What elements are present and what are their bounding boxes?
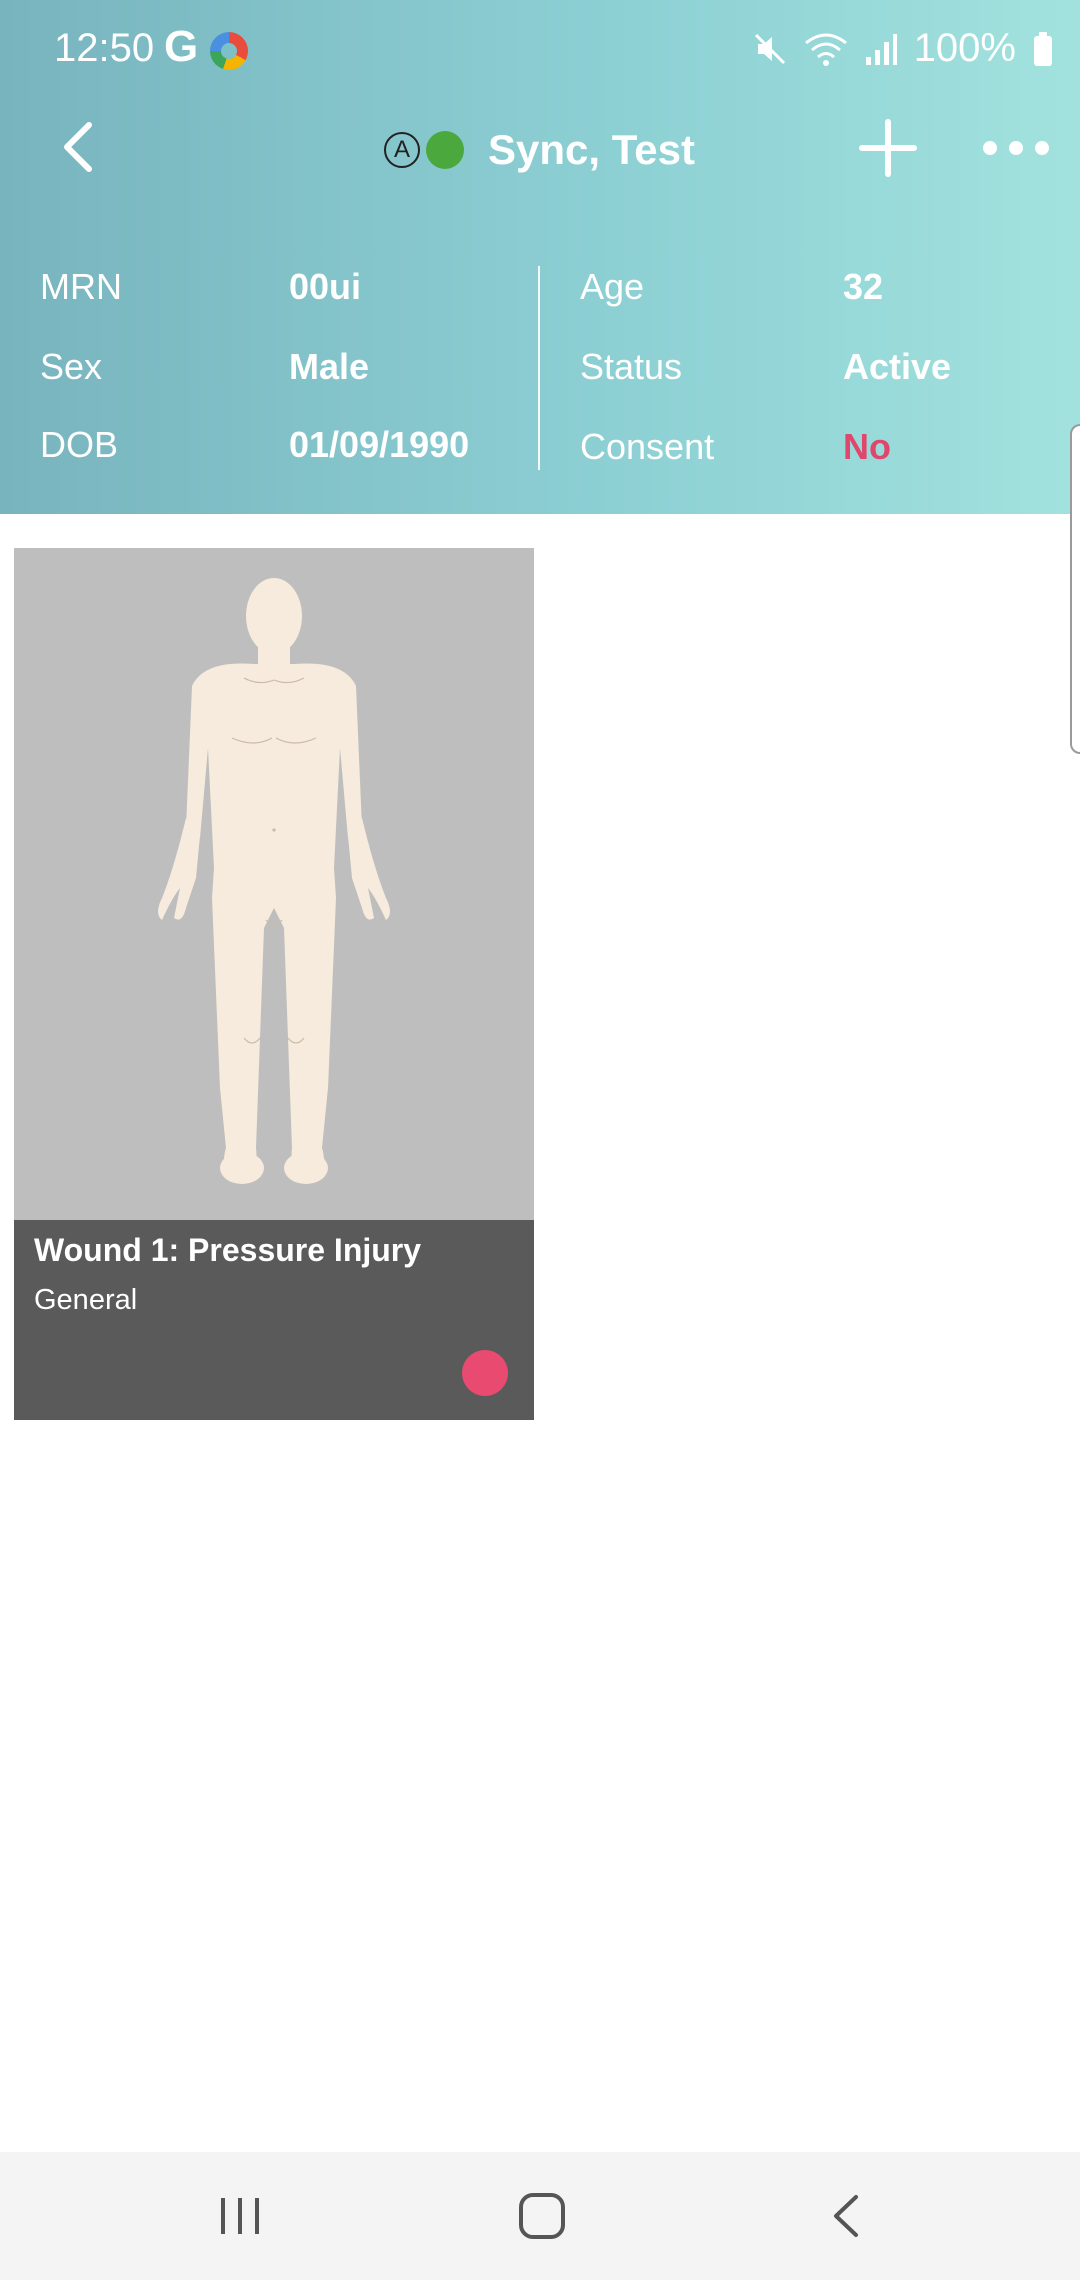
page-title: Sync, Test (488, 126, 695, 173)
consent-value: No (843, 426, 891, 467)
patient-title-group: A Sync, Test (384, 118, 695, 182)
sex-label: Sex (40, 346, 103, 387)
mrn-label: MRN (40, 266, 122, 307)
back-nav-icon (834, 2195, 858, 2237)
status-time: 12:50 (54, 26, 155, 70)
info-divider (538, 266, 540, 470)
add-button[interactable] (852, 112, 924, 184)
add-icon (859, 119, 917, 177)
body-diagram-image (158, 578, 390, 1184)
patient-header: 12:50 G 100% A Sync, Test MRN 00ui Sex M… (0, 0, 1080, 514)
status-icons: 100% (752, 26, 1054, 71)
age-label: Age (580, 266, 645, 307)
edge-panel-handle[interactable] (1070, 424, 1080, 754)
card-footer: Wound 1: Pressure Injury General (14, 1220, 534, 1420)
wound-subtitle: General (34, 1284, 138, 1316)
recent-apps-button[interactable] (200, 2176, 280, 2256)
more-dot (1009, 141, 1023, 155)
status-label: Status (580, 346, 683, 387)
more-dot (1035, 141, 1049, 155)
wound-card[interactable]: Wound 1: Pressure Injury General (14, 548, 534, 1420)
chrome-icon (210, 32, 248, 70)
dob-value: 01/09/1990 (289, 424, 470, 465)
mute-icon (752, 31, 788, 67)
system-nav-bar (0, 2152, 1080, 2280)
signal-icon (864, 31, 898, 67)
battery-percent: 100% (913, 26, 1016, 70)
dob-label: DOB (40, 424, 119, 465)
mrn-value: 00ui (289, 266, 362, 307)
wound-title: Wound 1: Pressure Injury (34, 1232, 422, 1268)
a-badge-icon: A (384, 132, 420, 168)
back-nav-button[interactable] (806, 2176, 886, 2256)
status-value: Active (843, 346, 952, 387)
wound-status-dot (462, 1350, 508, 1396)
back-icon (64, 122, 92, 172)
sex-value: Male (289, 346, 370, 387)
recent-apps-icon (221, 2198, 259, 2234)
battery-icon (1032, 31, 1054, 67)
back-button[interactable] (44, 112, 114, 182)
consent-label: Consent (580, 426, 715, 467)
home-icon (519, 2193, 565, 2239)
more-options-button[interactable] (966, 128, 1066, 168)
wifi-icon (804, 31, 848, 67)
more-dot (983, 141, 997, 155)
home-button[interactable] (502, 2176, 582, 2256)
sync-status-dot (426, 131, 464, 169)
age-value: 32 (843, 266, 884, 307)
google-g-icon: G (164, 22, 199, 71)
